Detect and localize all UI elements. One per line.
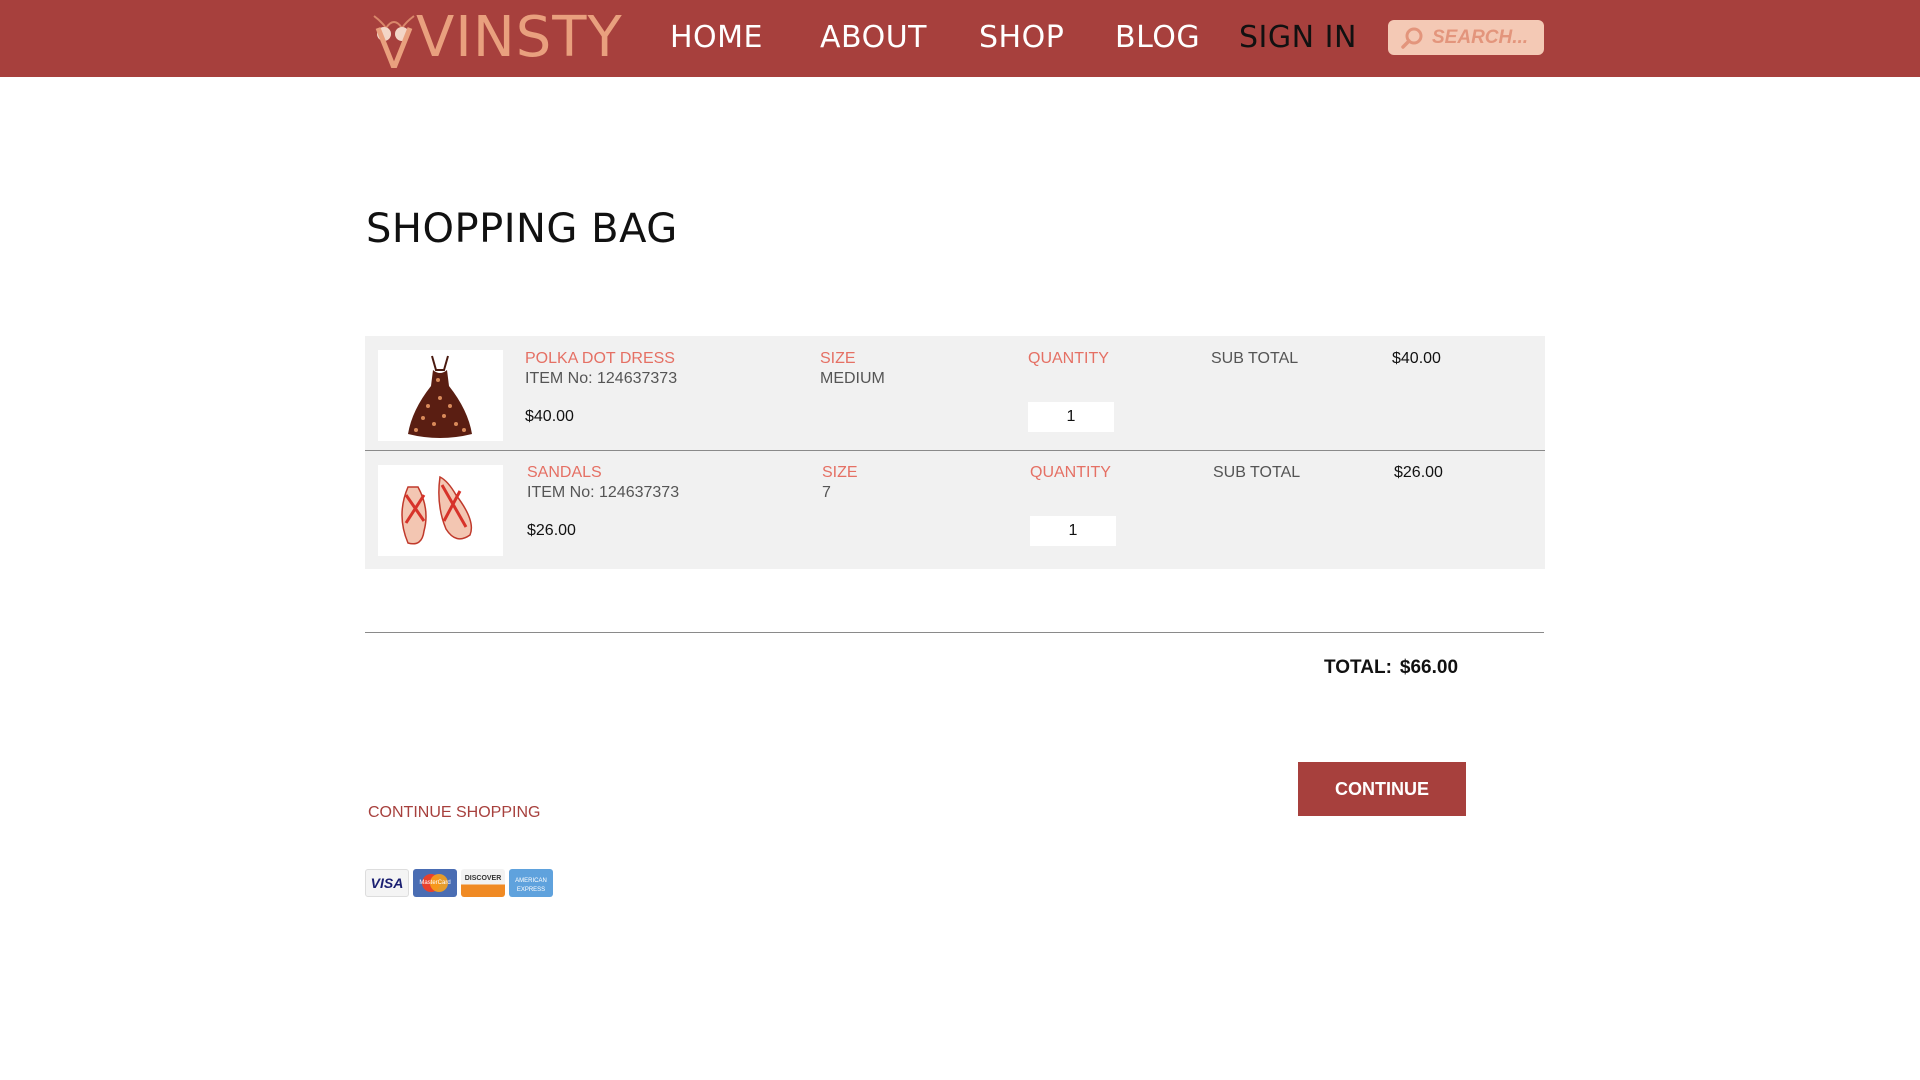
discover-card-icon: DISCOVER [461,869,505,897]
nav-sign-in[interactable]: SIGN IN [1239,20,1357,55]
total-divider [365,632,1544,633]
nav-about[interactable]: ABOUT [820,20,927,55]
item-number: ITEM No: 124637373 [525,370,678,387]
unit-price: $40.00 [525,408,574,425]
top-navbar: VINSTY HOME ABOUT SHOP BLOG SIGN IN [0,0,1920,77]
total-value: $66.00 [1399,657,1459,678]
unit-price: $26.00 [527,522,576,539]
item-number: ITEM No: 124637373 [527,484,680,501]
search-box[interactable] [1388,20,1544,55]
quantity-input[interactable] [1028,402,1114,432]
size-label: SIZE [820,350,856,367]
nav-shop[interactable]: SHOP [979,20,1064,55]
product-name[interactable]: SANDALS [527,464,602,482]
brand-name: VINSTY [416,5,623,70]
continue-shopping-link[interactable]: CONTINUE SHOPPING [368,804,540,822]
quantity-label: QUANTITY [1030,464,1111,481]
bra-logo-icon [372,8,416,75]
sandals-image[interactable] [378,465,503,556]
amex-card-icon: AMERICAN EXPRESS [509,869,553,897]
polka-dot-dress-image[interactable] [378,350,503,441]
quantity-label: QUANTITY [1028,350,1109,367]
subtotal-label: SUB TOTAL [1211,350,1299,367]
nav-home[interactable]: HOME [670,20,763,55]
size-value: 7 [822,484,831,501]
nav-blog[interactable]: BLOG [1115,20,1200,55]
size-label: SIZE [822,464,858,481]
size-value: MEDIUM [820,370,885,387]
payment-methods: VISA MasterCard DISCOVER AMERICAN EXPRES… [365,869,553,897]
page-title: SHOPPING BAG [366,206,678,252]
order-total: TOTAL: $66.00 [1324,657,1466,679]
product-name[interactable]: POLKA DOT DRESS [525,350,675,368]
subtotal-label: SUB TOTAL [1213,464,1301,481]
cart-row: POLKA DOT DRESS ITEM No: 124637373 $40.0… [365,336,1545,451]
cart-row: SANDALS ITEM No: 124637373 $26.00 SIZE 7… [365,451,1545,565]
subtotal-value: $26.00 [1394,464,1443,481]
brand-logo[interactable]: VINSTY [372,5,623,75]
search-input[interactable] [1432,24,1538,51]
quantity-input[interactable] [1030,516,1116,546]
total-label: TOTAL: [1324,657,1392,678]
subtotal-value: $40.00 [1392,350,1441,367]
visa-card-icon: VISA [365,869,409,897]
mastercard-icon: MasterCard [413,869,457,897]
continue-button[interactable]: CONTINUE [1298,762,1466,816]
cart-items-table: POLKA DOT DRESS ITEM No: 124637373 $40.0… [365,336,1545,569]
search-icon[interactable] [1400,26,1424,50]
